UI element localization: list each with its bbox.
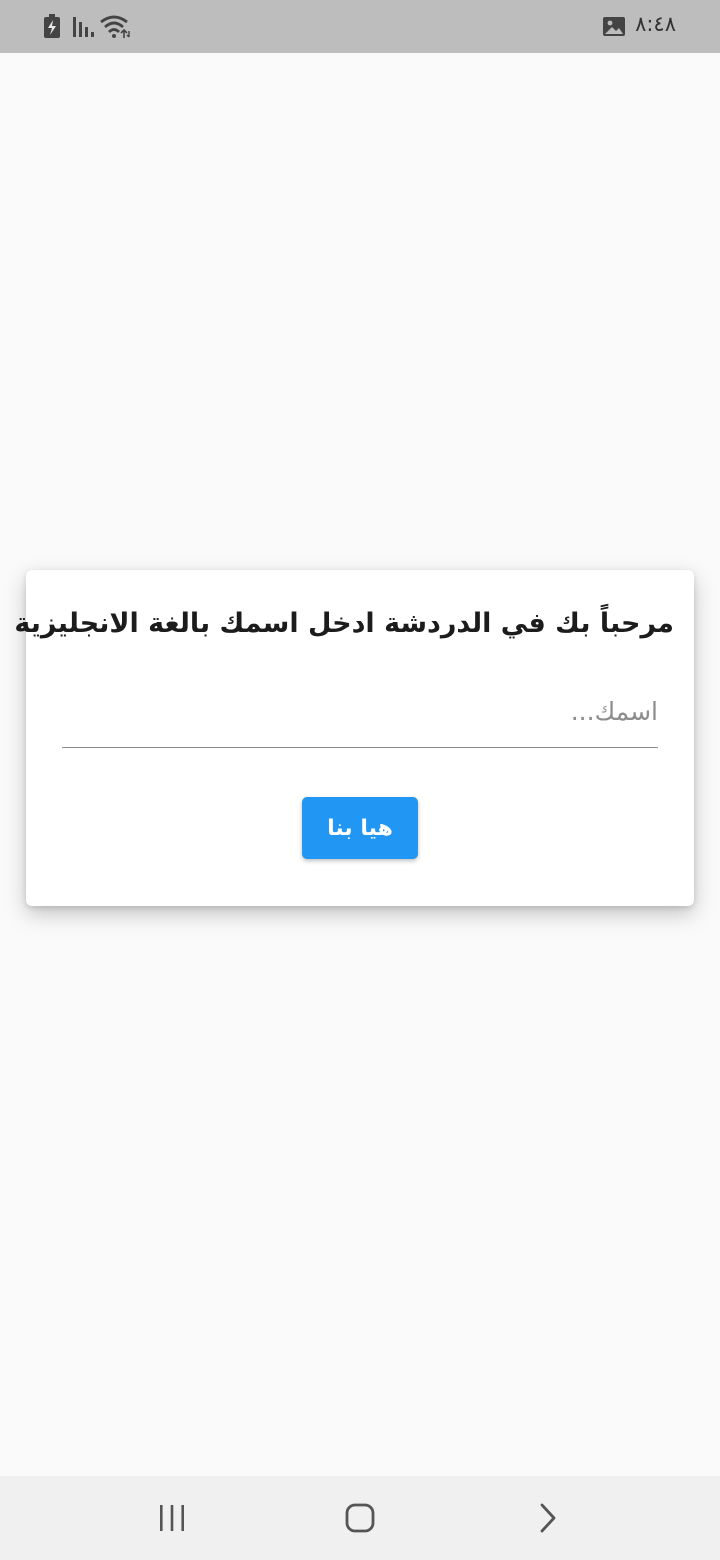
status-bar: ٨:٤٨ xyxy=(0,0,720,53)
home-icon xyxy=(345,1503,375,1533)
image-notification-icon xyxy=(603,17,625,36)
battery-charging-icon xyxy=(44,14,60,38)
name-input[interactable] xyxy=(62,676,658,748)
navigation-bar xyxy=(0,1476,720,1560)
recent-apps-button[interactable] xyxy=(142,1493,202,1543)
back-icon xyxy=(540,1503,556,1533)
wifi-icon xyxy=(100,15,130,38)
dialog-title: مرحباً بك في الدردشة ادخل اسمك بالغة الا… xyxy=(14,608,674,639)
welcome-dialog: مرحباً بك في الدردشة ادخل اسمك بالغة الا… xyxy=(14,570,694,906)
signal-icon xyxy=(73,17,94,37)
back-button[interactable] xyxy=(517,1493,577,1543)
lets-go-button[interactable]: هيا بنا xyxy=(302,797,418,859)
status-time: ٨:٤٨ xyxy=(635,12,676,36)
home-button[interactable] xyxy=(330,1493,390,1543)
recent-apps-icon xyxy=(160,1505,184,1531)
